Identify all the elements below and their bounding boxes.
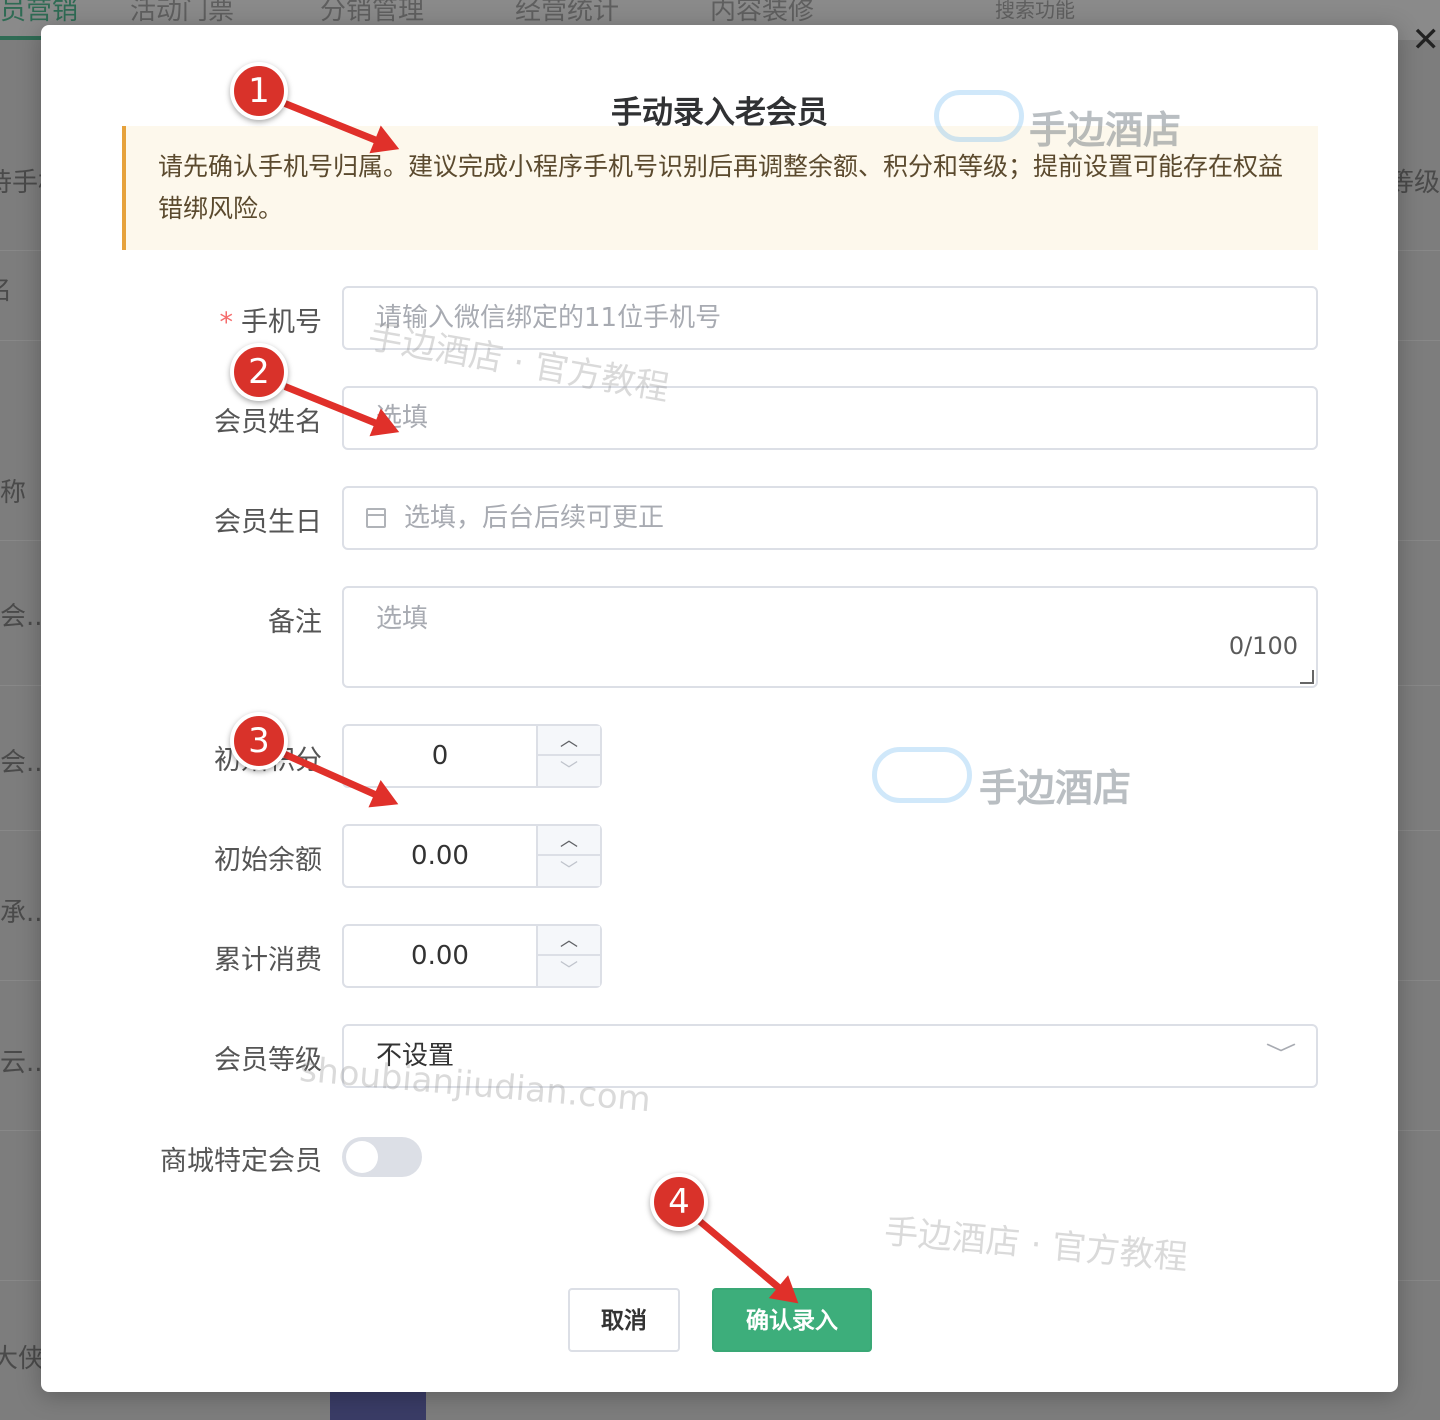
stepper-controls: ︿ ﹀	[536, 726, 600, 786]
nav-item-events[interactable]: 活动门票	[130, 0, 234, 27]
balance-label: 初始余额	[214, 845, 322, 876]
phone-input[interactable]: 请输入微信绑定的11位手机号	[342, 286, 1318, 350]
required-mark: *	[219, 307, 234, 338]
points-stepper[interactable]: 0 ︿ ﹀	[342, 724, 602, 788]
remark-placeholder: 选填	[376, 604, 429, 634]
increase-icon[interactable]: ︿	[538, 826, 600, 856]
spent-label: 累计消费	[214, 945, 322, 976]
nav-item-search[interactable]: 搜索功能	[995, 0, 1075, 23]
bg-bottom-element	[330, 1392, 426, 1420]
level-selected-value: 不设置	[376, 1041, 455, 1071]
decrease-icon[interactable]: ﹀	[538, 956, 600, 986]
bg-cell-text: 承..	[0, 898, 43, 928]
points-value[interactable]: 0	[344, 726, 536, 786]
watermark-text: 手边酒店 · 官方教程	[882, 1211, 1190, 1279]
add-member-dialog: 手动录入老会员 请先确认手机号归属。建议完成小程序手机号识别后再调整余额、积分和…	[41, 25, 1398, 1392]
bg-cell-text: 大侠	[0, 1344, 45, 1374]
bg-cell-text: 会..	[0, 748, 43, 778]
nav-item-distribution[interactable]: 分销管理	[320, 0, 424, 27]
stepper-controls: ︿ ﹀	[536, 926, 600, 986]
char-counter: 0/100	[1228, 632, 1298, 660]
phone-label: * 手机号	[219, 307, 323, 338]
annotation-badge-3: 3	[230, 712, 288, 770]
balance-stepper[interactable]: 0.00 ︿ ﹀	[342, 824, 602, 888]
calendar-icon	[366, 508, 386, 528]
decrease-icon[interactable]: ﹀	[538, 856, 600, 886]
stepper-controls: ︿ ﹀	[536, 826, 600, 886]
annotation-badge-4: 4	[650, 1173, 708, 1231]
birthday-picker[interactable]: 选填，后台后续可更正	[342, 486, 1318, 550]
spent-value[interactable]: 0.00	[344, 926, 536, 986]
watermark-logo: 手边酒店	[1029, 108, 1182, 152]
nav-item-marketing[interactable]: 员营销	[0, 0, 78, 27]
birthday-placeholder: 选填，后台后续可更正	[404, 503, 665, 533]
cloud-logo-icon	[934, 90, 1024, 142]
bg-cell-text: 云..	[0, 1048, 43, 1078]
bg-cell-text: 会..	[0, 602, 43, 632]
mall-member-label: 商城特定会员	[160, 1146, 322, 1177]
level-select[interactable]: 不设置 ﹀	[342, 1024, 1318, 1088]
spent-stepper[interactable]: 0.00 ︿ ﹀	[342, 924, 602, 988]
name-input[interactable]: 选填	[342, 386, 1318, 450]
birthday-label: 会员生日	[214, 507, 322, 538]
bg-cell-text: 称	[0, 478, 27, 508]
annotation-badge-1: 1	[230, 62, 288, 120]
watermark-logo: 手边酒店	[979, 766, 1132, 810]
cloud-logo-icon	[872, 747, 972, 803]
increase-icon[interactable]: ︿	[538, 926, 600, 956]
toggle-knob	[346, 1141, 378, 1173]
increase-icon[interactable]: ︿	[538, 726, 600, 756]
decrease-icon[interactable]: ﹀	[538, 756, 600, 786]
close-icon[interactable]: ✕	[1412, 20, 1440, 60]
bg-cell-text: 名	[0, 270, 12, 307]
mall-member-toggle[interactable]	[342, 1137, 422, 1177]
annotation-badge-2: 2	[230, 343, 288, 401]
nav-item-decoration[interactable]: 内容装修	[710, 0, 814, 27]
name-label: 会员姓名	[214, 407, 322, 438]
remark-label: 备注	[268, 607, 322, 638]
chevron-down-icon: ﹀	[1265, 1043, 1297, 1068]
resize-handle-icon[interactable]	[1300, 670, 1314, 684]
remark-textarea[interactable]: 选填 0/100	[342, 586, 1318, 688]
balance-value[interactable]: 0.00	[344, 826, 536, 886]
cancel-button[interactable]: 取消	[568, 1288, 680, 1352]
level-label: 会员等级	[214, 1045, 322, 1076]
nav-item-statistics[interactable]: 经营统计	[515, 0, 619, 27]
